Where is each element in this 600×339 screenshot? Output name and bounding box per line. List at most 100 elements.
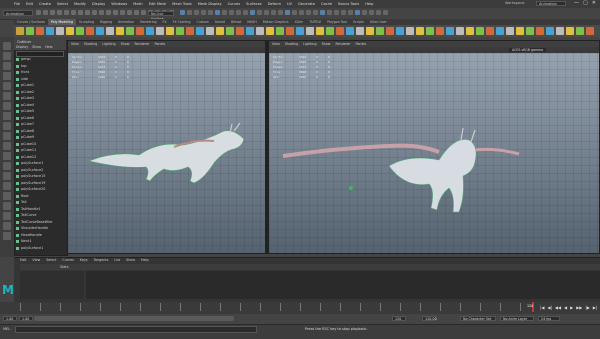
status-render-icon[interactable] <box>383 10 388 15</box>
shelf-tool-icon[interactable] <box>306 27 314 35</box>
anim-end-field[interactable]: 120.00 <box>422 316 437 321</box>
outliner-item[interactable]: pCube11 <box>16 148 62 153</box>
locator-icon[interactable] <box>349 186 353 190</box>
vp2-menu-renderer[interactable]: Renderer <box>335 41 350 47</box>
toolbox-tool-icon[interactable] <box>3 152 11 160</box>
status-render-icon[interactable] <box>194 10 199 15</box>
toolbox-tool-icon[interactable] <box>3 132 11 140</box>
shelf-tool-icon[interactable] <box>546 27 554 35</box>
status-render-icon[interactable] <box>222 10 227 15</box>
outliner-item[interactable]: polySurface15 <box>16 174 62 179</box>
shelf-tool-icon[interactable] <box>286 27 294 35</box>
shelf-tool-icon[interactable] <box>376 27 384 35</box>
vp1-menu-lighting[interactable]: Lighting <box>102 41 115 47</box>
dragon-model-front[interactable] <box>279 126 539 226</box>
end-time-field[interactable]: 120 <box>392 316 406 321</box>
shelf-tool-icon[interactable] <box>456 27 464 35</box>
fps-dropdown[interactable]: 24 fps <box>538 316 560 321</box>
menu-file[interactable]: File <box>14 2 20 6</box>
status-tool-icon[interactable] <box>92 10 97 15</box>
outliner-item[interactable]: TailCurve <box>16 213 62 218</box>
viewport-left[interactable]: View Shading Lighting Show Renderer Pane… <box>67 40 266 254</box>
shelf-tool-icon[interactable] <box>66 27 74 35</box>
vp2-menu-shading[interactable]: Shading <box>285 41 298 47</box>
status-render-icon[interactable] <box>257 10 262 15</box>
status-render-icon[interactable] <box>355 10 360 15</box>
status-render-icon[interactable] <box>208 10 213 15</box>
toolbox-tool-icon[interactable] <box>3 52 11 60</box>
status-render-icon[interactable] <box>306 10 311 15</box>
outliner-item[interactable]: pCube2 <box>16 90 62 95</box>
playback-button-icon[interactable]: ◀ <box>564 305 567 310</box>
toolbox-tool-icon[interactable] <box>3 222 11 230</box>
status-tool-icon[interactable] <box>120 10 125 15</box>
menu-surfaces[interactable]: Surfaces <box>246 2 262 6</box>
shelf-tool-icon[interactable] <box>76 27 84 35</box>
shelf-tool-icon[interactable] <box>136 27 144 35</box>
status-render-icon[interactable] <box>187 10 192 15</box>
outliner-item[interactable]: persp <box>16 57 62 62</box>
toolbox-tool-icon[interactable] <box>3 182 11 190</box>
playback-button-icon[interactable]: ◀◀ <box>555 305 561 310</box>
toolbox-tool-icon[interactable] <box>3 42 11 50</box>
graph-menu-help[interactable]: Help <box>141 258 149 262</box>
status-render-icon[interactable] <box>271 10 276 15</box>
shelf-tool-icon[interactable] <box>366 27 374 35</box>
toolbox-tool-icon[interactable] <box>3 82 11 90</box>
outliner-item[interactable]: pCube10 <box>16 142 62 147</box>
menu-curves[interactable]: Curves <box>228 2 240 6</box>
graph-editor-toolbar[interactable]: Stats <box>20 264 600 270</box>
shelf-tool-icon[interactable] <box>406 27 414 35</box>
shelf-tool-icon[interactable] <box>276 27 284 35</box>
graph-menu-view[interactable]: View <box>32 258 40 262</box>
toolbox-tool-icon[interactable] <box>3 192 11 200</box>
toolbox-tool-icon[interactable] <box>3 112 11 120</box>
status-tool-icon[interactable] <box>127 10 132 15</box>
shelf-tool-icon[interactable] <box>266 27 274 35</box>
outliner-item[interactable]: polySurface20 <box>16 187 62 192</box>
outliner-item[interactable]: front <box>16 70 62 75</box>
shelf-tool-icon[interactable] <box>326 27 334 35</box>
outliner-menu-show[interactable]: Show <box>32 45 41 50</box>
outliner-item[interactable]: top <box>16 64 62 69</box>
outliner-item[interactable]: pCube9 <box>16 135 62 140</box>
shelf-tool-icon[interactable] <box>206 27 214 35</box>
graph-menu-show[interactable]: Show <box>126 258 135 262</box>
shelf-tool-icon[interactable] <box>146 27 154 35</box>
status-tool-icon[interactable] <box>64 10 69 15</box>
shelf-tool-icon[interactable] <box>586 27 594 35</box>
shelf-tool-icon[interactable] <box>336 27 344 35</box>
shelf-tool-icon[interactable] <box>526 27 534 35</box>
vp2-menu-show[interactable]: Show <box>322 41 331 47</box>
shelf-tool-icon[interactable] <box>316 27 324 35</box>
shelf-tool-icon[interactable] <box>106 27 114 35</box>
status-render-icon[interactable] <box>285 10 290 15</box>
status-tool-icon[interactable] <box>50 10 55 15</box>
outliner-item[interactable]: pCube5 <box>16 109 62 114</box>
playback-button-icon[interactable]: |▶ <box>585 305 589 310</box>
shelf-tool-icon[interactable] <box>296 27 304 35</box>
shelf-tool-icon[interactable] <box>496 27 504 35</box>
shelf-tool-icon[interactable] <box>156 27 164 35</box>
shelf-tool-icon[interactable] <box>16 27 24 35</box>
status-tool-icon[interactable] <box>78 10 83 15</box>
outliner-item[interactable]: polySurface19 <box>16 181 62 186</box>
command-line-input[interactable] <box>15 326 257 333</box>
outliner-item[interactable]: HeadHandle <box>16 233 62 238</box>
graph-editor-outliner[interactable] <box>20 271 84 299</box>
viewport-right[interactable]: View Shading Lighting Show Renderer Pane… <box>268 40 600 254</box>
shelf-tool-icon[interactable] <box>86 27 94 35</box>
toolbox-tool-icon[interactable] <box>3 162 11 170</box>
shelf-tool-icon[interactable] <box>196 27 204 35</box>
status-render-icon[interactable] <box>180 10 185 15</box>
menu-uv[interactable]: UV <box>287 2 292 6</box>
outliner-item[interactable]: polySurface1 <box>16 161 62 166</box>
status-tool-icon[interactable] <box>71 10 76 15</box>
vp2-menu-panels[interactable]: Panels <box>356 41 367 47</box>
shelf-tool-icon[interactable] <box>566 27 574 35</box>
shelf-tool-icon[interactable] <box>36 27 44 35</box>
graph-menu-tangents[interactable]: Tangents <box>94 258 109 262</box>
maximize-icon[interactable]: ▢ <box>583 0 588 6</box>
status-render-icon[interactable] <box>362 10 367 15</box>
graph-menu-curves[interactable]: Curves <box>62 258 73 262</box>
